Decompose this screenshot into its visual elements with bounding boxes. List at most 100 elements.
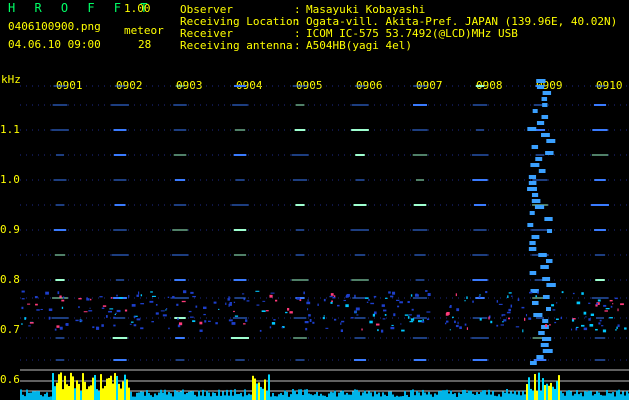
noise-speck: [575, 327, 578, 331]
noise-speck: [109, 308, 114, 310]
noise-speck: [189, 316, 194, 318]
noise-speck: [160, 310, 165, 312]
noise-speck: [498, 303, 503, 305]
level-bar: [276, 396, 278, 400]
level-bar: [60, 372, 62, 400]
level-bar: [170, 393, 172, 400]
level-bar: [342, 390, 344, 400]
noise-speck: [105, 315, 108, 318]
meteor-echo: [541, 97, 548, 101]
noise-speck: [384, 297, 388, 299]
level-bar: [160, 389, 162, 400]
level-bar: [310, 394, 312, 400]
noise-speck: [231, 322, 236, 325]
noise-speck: [114, 313, 116, 316]
level-bar: [606, 390, 608, 400]
meteor-echo: [536, 85, 545, 89]
noise-speck: [561, 291, 564, 294]
noise-speck: [289, 311, 293, 314]
level-bar: [150, 395, 152, 400]
level-bar: [468, 390, 470, 400]
noise-speck: [317, 303, 319, 306]
noise-speck: [181, 300, 186, 303]
level-bar: [252, 375, 254, 400]
level-bar: [270, 396, 272, 400]
noise-speck: [61, 299, 65, 302]
noise-speck: [556, 302, 558, 304]
noise-speck: [583, 327, 588, 331]
noise-speck: [521, 306, 525, 309]
noise-speck: [99, 296, 103, 298]
noise-speck: [549, 324, 551, 326]
noise-speck: [537, 291, 539, 295]
noise-speck: [399, 301, 403, 304]
level-bar: [424, 392, 426, 400]
level-bar: [472, 393, 474, 400]
level-bar: [154, 393, 156, 400]
level-bar: [76, 380, 78, 400]
noise-speck: [599, 319, 602, 322]
level-bar: [216, 395, 218, 400]
noise-speck: [397, 305, 400, 308]
noise-speck: [305, 327, 308, 331]
noise-speck: [479, 294, 481, 296]
noise-speck: [345, 304, 349, 308]
noise-speck: [21, 306, 24, 310]
noise-speck: [28, 325, 31, 327]
level-bar: [40, 394, 42, 400]
level-bar: [346, 392, 348, 400]
noise-speck: [57, 291, 60, 295]
level-bar: [396, 395, 398, 400]
noise-speck: [183, 290, 187, 294]
noise-speck: [308, 314, 311, 317]
noise-speck: [410, 294, 413, 297]
noise-speck: [79, 319, 83, 322]
level-bar: [576, 390, 578, 400]
noise-speck: [165, 308, 168, 310]
level-bar: [594, 394, 596, 400]
noise-speck: [228, 319, 233, 322]
noise-speck: [479, 317, 482, 321]
level-bar: [466, 392, 468, 400]
noise-speck: [508, 292, 512, 294]
level-bar: [274, 396, 276, 400]
level-bar: [406, 394, 408, 400]
level-bar: [208, 392, 210, 400]
noise-speck: [624, 327, 627, 330]
level-bar: [534, 374, 536, 400]
level-bar: [596, 391, 598, 400]
level-bar: [134, 396, 136, 400]
meteor-echo: [542, 295, 550, 299]
noise-speck: [576, 301, 581, 305]
level-bar: [230, 389, 232, 400]
noise-speck: [507, 295, 509, 299]
level-bar: [246, 395, 248, 400]
noise-speck: [590, 313, 595, 316]
level-bar: [254, 378, 256, 400]
noise-speck: [589, 324, 594, 327]
level-bar: [620, 394, 622, 400]
noise-speck: [285, 311, 288, 314]
level-bar: [530, 388, 532, 400]
noise-speck: [390, 295, 394, 298]
noise-speck: [601, 325, 604, 327]
noise-speck: [414, 294, 419, 297]
noise-speck: [581, 292, 584, 295]
level-bar: [224, 395, 226, 400]
noise-speck: [243, 323, 246, 325]
noise-speck: [62, 296, 65, 299]
noise-speck: [138, 291, 140, 295]
noise-speck: [500, 324, 504, 326]
level-bar: [286, 391, 288, 400]
noise-speck: [392, 291, 396, 295]
noise-speck: [446, 320, 449, 323]
level-bar: [618, 389, 620, 400]
level-bar: [386, 396, 388, 400]
level-bar: [72, 376, 74, 400]
noise-speck: [444, 322, 447, 325]
level-bar: [572, 395, 574, 400]
noise-speck: [343, 299, 346, 302]
meteor-echo: [530, 289, 539, 293]
noise-speck: [225, 302, 227, 305]
level-bar: [604, 395, 606, 400]
